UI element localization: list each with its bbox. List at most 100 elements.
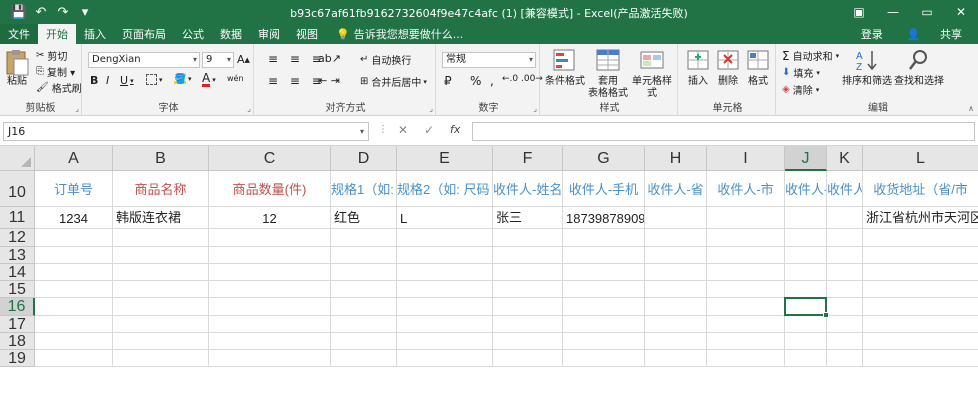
row-header-19[interactable]: 19 <box>0 350 35 367</box>
tab-home[interactable]: 开始 <box>38 24 76 44</box>
cell-f17[interactable] <box>493 316 563 333</box>
cell-d13[interactable] <box>331 247 397 264</box>
cell-k15[interactable] <box>827 281 863 298</box>
comma-button[interactable]: , <box>490 74 494 88</box>
cell-k17[interactable] <box>827 316 863 333</box>
cell-k16[interactable] <box>827 298 863 316</box>
cell-j13[interactable] <box>785 247 827 264</box>
number-launcher-icon[interactable]: ⌟ <box>533 104 537 113</box>
column-header-g[interactable]: G <box>563 146 645 171</box>
cell-k18[interactable] <box>827 333 863 350</box>
column-header-j[interactable]: J <box>785 146 827 171</box>
cell-a19[interactable] <box>35 350 113 367</box>
currency-button[interactable]: ₽ <box>444 74 452 88</box>
row-header-15[interactable]: 15 <box>0 281 35 298</box>
cell-g15[interactable] <box>563 281 645 298</box>
cell-l11[interactable]: 浙江省杭州市天河区 <box>863 207 978 229</box>
alignment-launcher-icon[interactable]: ⌟ <box>429 104 433 113</box>
minimize-button[interactable]: — <box>876 0 910 24</box>
cell-i19[interactable] <box>707 350 785 367</box>
cell-i17[interactable] <box>707 316 785 333</box>
cell-f18[interactable] <box>493 333 563 350</box>
cell-a17[interactable] <box>35 316 113 333</box>
cell-j15[interactable] <box>785 281 827 298</box>
indent-icon[interactable]: ⇤ ⇥ <box>318 74 340 87</box>
cell-j10[interactable]: 收件人-区 <box>785 171 827 207</box>
clear-button[interactable]: ◈ 清除 ▾ <box>782 82 819 97</box>
cell-h17[interactable] <box>645 316 707 333</box>
cell-j18[interactable] <box>785 333 827 350</box>
cell-l14[interactable] <box>863 264 978 281</box>
cell-e17[interactable] <box>397 316 493 333</box>
number-format-combo[interactable]: 常规 ▾ <box>442 52 536 68</box>
cell-d12[interactable] <box>331 229 397 247</box>
tab-review[interactable]: 审阅 <box>250 24 288 44</box>
undo-icon[interactable]: ↶ <box>30 0 52 24</box>
cell-h16[interactable] <box>645 298 707 316</box>
cell-k14[interactable] <box>827 264 863 281</box>
cell-g10[interactable]: 收件人-手机 <box>563 171 645 207</box>
paste-button[interactable]: 粘贴 <box>4 48 30 88</box>
cell-c11[interactable]: 12 <box>209 207 331 229</box>
cell-b19[interactable] <box>113 350 209 367</box>
cell-c17[interactable] <box>209 316 331 333</box>
cell-j12[interactable] <box>785 229 827 247</box>
collapse-ribbon-icon[interactable]: ∧ <box>968 104 974 113</box>
cell-b16[interactable] <box>113 298 209 316</box>
cell-c16[interactable] <box>209 298 331 316</box>
cell-d10[interactable]: 规格1（如: <box>331 171 397 207</box>
cell-f12[interactable] <box>493 229 563 247</box>
column-header-k[interactable]: K <box>827 146 863 171</box>
row-header-11[interactable]: 11 <box>0 207 35 229</box>
cell-j11[interactable] <box>785 207 827 229</box>
sort-filter-button[interactable]: AZ 排序和筛选 <box>842 48 892 88</box>
row-header-16[interactable]: 16 <box>0 298 35 316</box>
cell-g12[interactable] <box>563 229 645 247</box>
row-header-10[interactable]: 10 <box>0 171 35 207</box>
font-launcher-icon[interactable]: ⌟ <box>247 104 251 113</box>
cell-j14[interactable] <box>785 264 827 281</box>
font-name-combo[interactable]: DengXian ▾ <box>88 52 200 68</box>
ribbon-display-icon[interactable]: ▣ <box>842 0 876 24</box>
share-button[interactable]: 👤 共享 <box>891 26 978 42</box>
cell-l19[interactable] <box>863 350 978 367</box>
fill-color-button[interactable]: 🪣 ▾ <box>174 74 192 85</box>
font-size-combo[interactable]: 9 ▾ <box>202 52 234 68</box>
insert-function-icon[interactable]: fx <box>450 123 460 136</box>
cell-c13[interactable] <box>209 247 331 264</box>
cell-e18[interactable] <box>397 333 493 350</box>
grow-font-button[interactable]: A ▲ <box>237 53 250 66</box>
cell-a16[interactable] <box>35 298 113 316</box>
cut-button[interactable]: ✂ 剪切 <box>36 48 67 63</box>
cell-a18[interactable] <box>35 333 113 350</box>
cell-j17[interactable] <box>785 316 827 333</box>
cell-i14[interactable] <box>707 264 785 281</box>
merge-center-button[interactable]: ⊞ 合并后居中 ▾ <box>360 74 427 89</box>
column-header-h[interactable]: H <box>645 146 707 171</box>
row-header-17[interactable]: 17 <box>0 316 35 333</box>
cell-h19[interactable] <box>645 350 707 367</box>
cell-g17[interactable] <box>563 316 645 333</box>
cell-d15[interactable] <box>331 281 397 298</box>
column-header-e[interactable]: E <box>397 146 493 171</box>
column-header-d[interactable]: D <box>331 146 397 171</box>
tab-page-layout[interactable]: 页面布局 <box>114 24 174 44</box>
cell-f10[interactable]: 收件人-姓名 <box>493 171 563 207</box>
cell-c10[interactable]: 商品数量(件) <box>209 171 331 207</box>
cell-l18[interactable] <box>863 333 978 350</box>
row-header-13[interactable]: 13 <box>0 247 35 264</box>
cell-i16[interactable] <box>707 298 785 316</box>
tell-me-box[interactable]: 💡 告诉我您想要做什么... <box>326 24 463 44</box>
cell-d16[interactable] <box>331 298 397 316</box>
cell-styles-button[interactable]: 单元格样式 <box>628 48 676 100</box>
cell-f11[interactable]: 张三 <box>493 207 563 229</box>
cell-h11[interactable] <box>645 207 707 229</box>
cell-h10[interactable]: 收件人-省 <box>645 171 707 207</box>
cell-h12[interactable] <box>645 229 707 247</box>
column-header-f[interactable]: F <box>493 146 563 171</box>
cell-d18[interactable] <box>331 333 397 350</box>
percent-button[interactable]: % <box>470 74 481 88</box>
cell-h15[interactable] <box>645 281 707 298</box>
cell-a10[interactable]: 订单号 <box>35 171 113 207</box>
cell-i11[interactable] <box>707 207 785 229</box>
